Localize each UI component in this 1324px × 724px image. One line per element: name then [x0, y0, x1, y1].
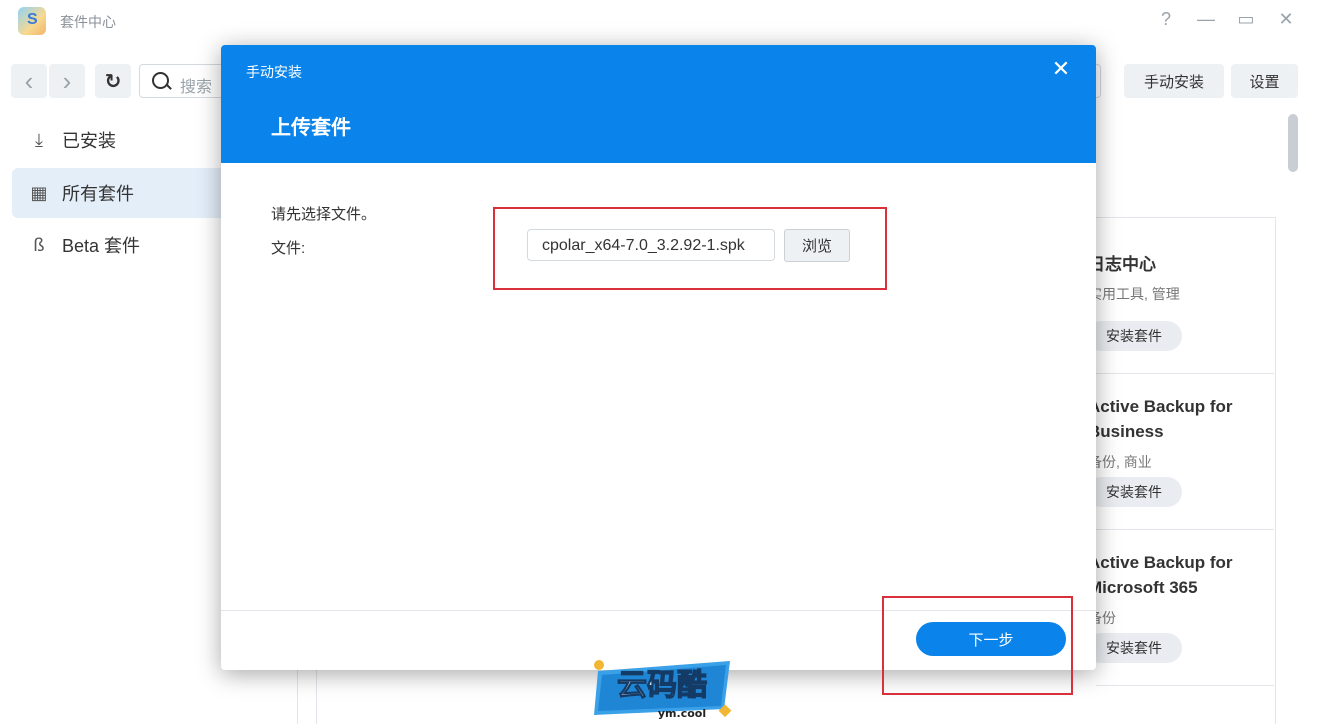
package-card[interactable]: Active Backup for Microsoft 365 备份 安装套件: [1086, 530, 1274, 686]
refresh-button[interactable]: ↻: [95, 64, 131, 98]
sidebar-item-label: 所有套件: [62, 184, 134, 204]
close-icon[interactable]: ✕: [1049, 56, 1073, 81]
title-bar: S 套件中心 ? — ▭ ✕: [0, 0, 1324, 42]
select-file-hint: 请先选择文件。: [271, 206, 377, 223]
package-center-app-icon: S: [18, 7, 46, 35]
maximize-icon[interactable]: ▭: [1234, 9, 1258, 30]
package-card[interactable]: 日志中心 实用工具, 管理 安装套件: [1086, 218, 1274, 374]
settings-button[interactable]: 设置: [1231, 64, 1298, 98]
dialog-heading: 上传套件: [271, 117, 351, 139]
chevron-left-icon: ‹: [24, 65, 34, 96]
next-highlight-box: [882, 596, 1073, 695]
package-name: 日志中心: [1088, 255, 1156, 274]
package-name: Active Backup for Microsoft 365: [1088, 553, 1233, 597]
manual-install-dialog: 手动安装 ✕ 上传套件 请先选择文件。 文件: cpolar_x64-7.0_3…: [221, 45, 1096, 670]
refresh-icon: ↻: [104, 70, 122, 93]
package-card[interactable]: Active Backup for Business 备份, 商业 安装套件: [1086, 374, 1274, 530]
install-package-button[interactable]: 安装套件: [1086, 633, 1182, 663]
close-window-icon[interactable]: ✕: [1274, 9, 1298, 30]
search-placeholder: 搜索: [180, 79, 213, 96]
dialog-header: 手动安装 ✕ 上传套件: [221, 45, 1096, 163]
dialog-title: 手动安装: [246, 64, 302, 80]
beta-icon: ß: [33, 234, 45, 255]
forward-button[interactable]: ›: [49, 64, 85, 98]
sidebar-item-label: Beta 套件: [62, 236, 141, 256]
install-package-button[interactable]: 安装套件: [1086, 477, 1182, 507]
search-icon: [152, 72, 169, 89]
package-name: Active Backup for Business: [1088, 397, 1233, 441]
grid-icon: ▦: [30, 182, 48, 203]
minimize-icon[interactable]: —: [1194, 9, 1218, 30]
watermark-logo: 云码酷 ym.cool: [594, 660, 732, 719]
download-icon: ⤓: [35, 129, 43, 150]
package-category: 备份, 商业: [1088, 454, 1152, 470]
watermark-text: 云码酷: [617, 668, 707, 703]
file-label: 文件:: [271, 240, 306, 257]
help-icon[interactable]: ?: [1154, 9, 1178, 30]
manual-install-button[interactable]: 手动安装: [1124, 64, 1224, 98]
window-title: 套件中心: [60, 14, 116, 30]
sidebar-item-label: 已安装: [62, 131, 116, 151]
back-button[interactable]: ‹: [11, 64, 47, 98]
chevron-right-icon: ›: [62, 65, 72, 96]
install-package-button[interactable]: 安装套件: [1086, 321, 1182, 351]
scrollbar-thumb[interactable]: [1288, 114, 1298, 172]
file-highlight-box: [493, 207, 887, 290]
watermark-subtext: ym.cool: [658, 707, 706, 719]
package-category: 实用工具, 管理: [1088, 286, 1180, 302]
